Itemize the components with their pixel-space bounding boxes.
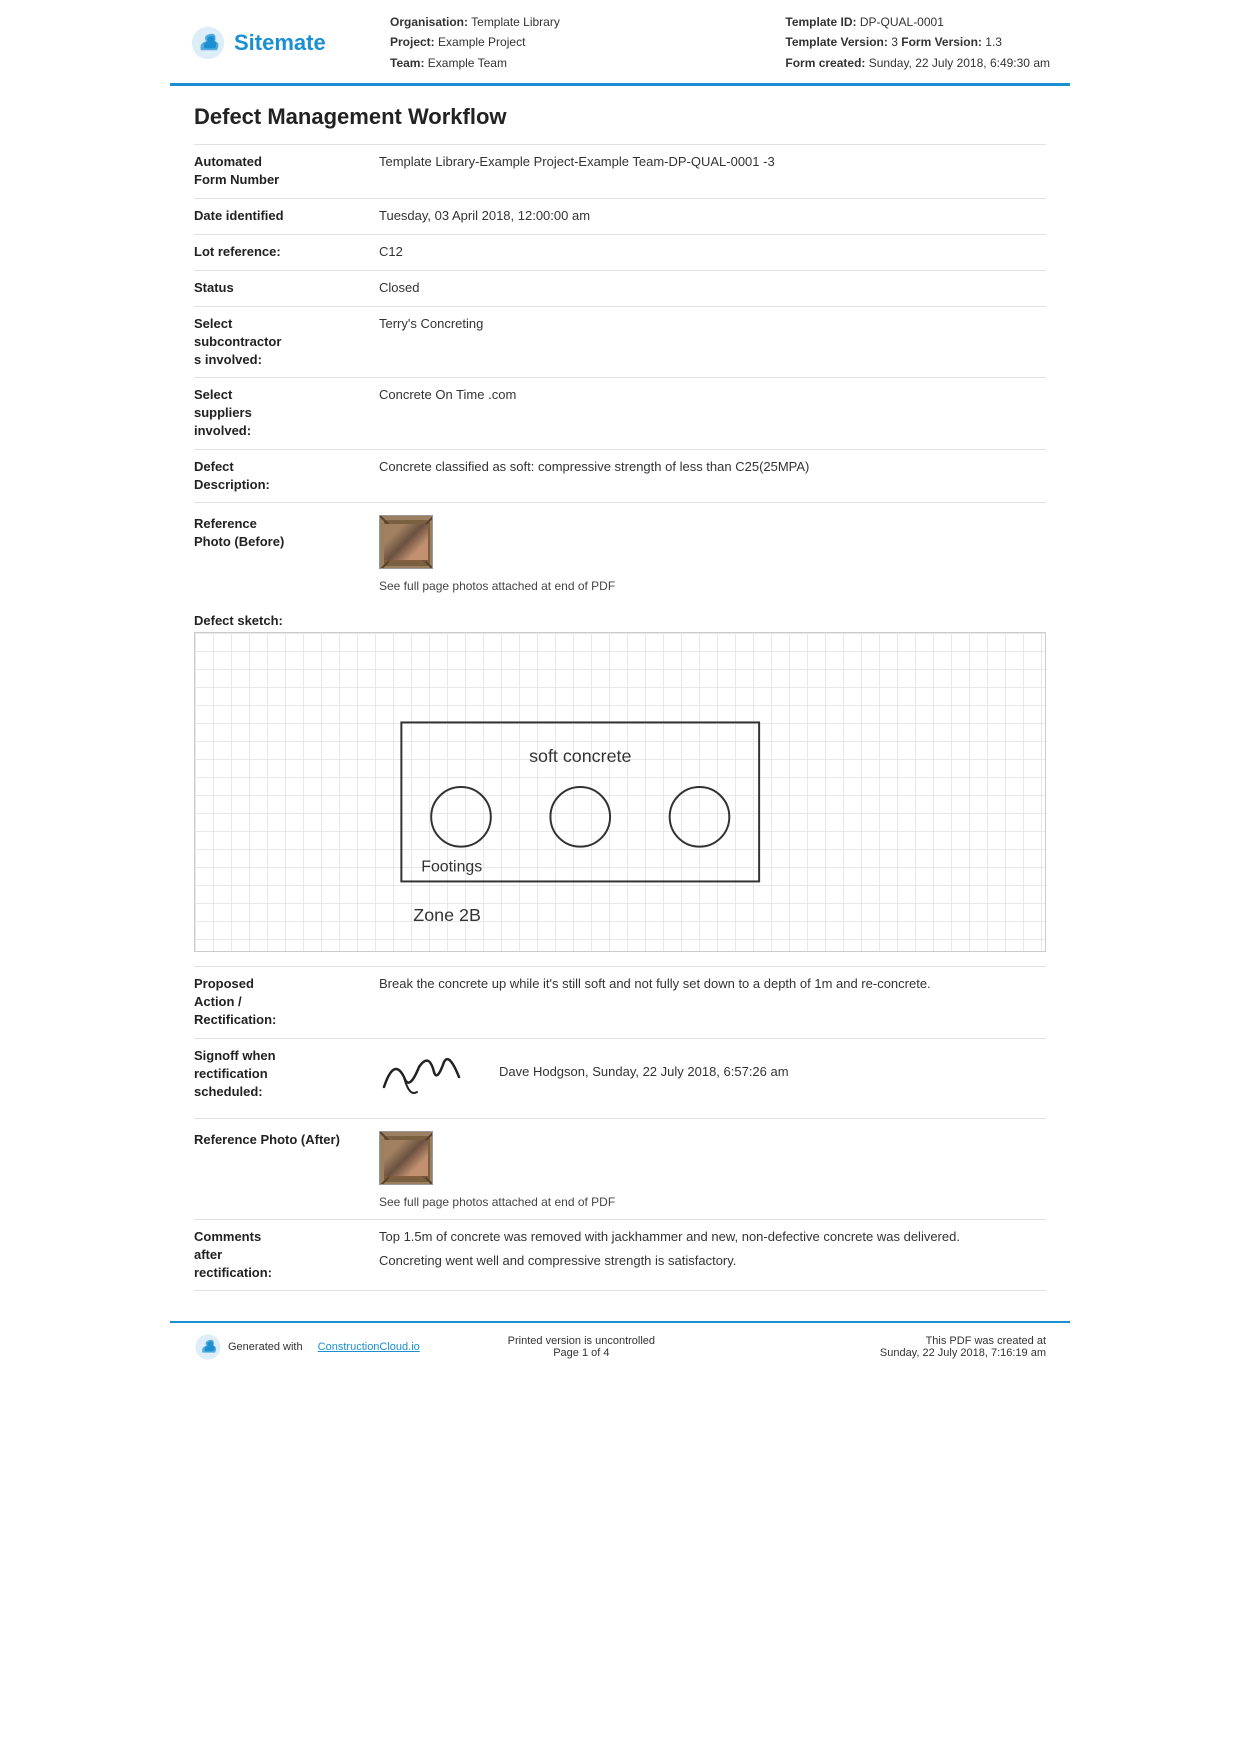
- project-label: Project:: [390, 35, 435, 49]
- team-label: Team:: [390, 56, 424, 70]
- field-value-ref-photo-after: See full page photos attached at end of …: [369, 1123, 1046, 1219]
- footer-logo-icon: [194, 1333, 222, 1361]
- field-value-defect: Concrete classified as soft: compressive…: [369, 450, 1046, 502]
- field-label-comments: Commentsafterrectification:: [194, 1220, 369, 1291]
- field-row-subcontractor: Selectsubcontractors involved: Terry's C…: [194, 306, 1046, 378]
- signature-area: Dave Hodgson, Sunday, 22 July 2018, 6:57…: [379, 1047, 1036, 1097]
- sketch-content: soft concrete Footings Zone 2B: [195, 633, 1045, 951]
- field-label-subcontractor: Selectsubcontractors involved:: [194, 307, 369, 378]
- field-row-signoff: Signoff whenrectificationscheduled: Dave…: [194, 1038, 1046, 1118]
- form-created-value: Sunday, 22 July 2018, 6:49:30 am: [869, 56, 1050, 70]
- comments-line-2: Concreting went well and compressive str…: [379, 1252, 1036, 1270]
- field-row-defect: DefectDescription: Concrete classified a…: [194, 449, 1046, 502]
- field-value-signoff: Dave Hodgson, Sunday, 22 July 2018, 6:57…: [369, 1039, 1046, 1105]
- field-label-defect: DefectDescription:: [194, 450, 369, 502]
- field-row-comments: Commentsafterrectification: Top 1.5m of …: [194, 1219, 1046, 1292]
- sketch-text-soft-concrete: soft concrete: [529, 746, 631, 766]
- header-right: Template ID: DP-QUAL-0001 Template Versi…: [785, 12, 1050, 73]
- field-row-proposed-action: ProposedAction /Rectification: Break the…: [194, 966, 1046, 1038]
- main-content: Defect Management Workflow AutomatedForm…: [170, 86, 1070, 1301]
- template-id-label: Template ID:: [785, 15, 856, 29]
- footer-pdf-created-date: Sunday, 22 July 2018, 7:16:19 am: [743, 1347, 1046, 1359]
- signoff-person: Dave Hodgson, Sunday, 22 July 2018, 6:57…: [499, 1063, 789, 1081]
- footer-link[interactable]: ConstructionCloud.io: [318, 1341, 420, 1353]
- team-value: Example Team: [428, 56, 507, 70]
- logo-area: Sitemate: [190, 12, 370, 73]
- field-label-proposed-action: ProposedAction /Rectification:: [194, 967, 369, 1038]
- field-value-status: Closed: [369, 271, 1046, 306]
- page: Sitemate Organisation: Template Library …: [170, 0, 1070, 1371]
- field-value-date: Tuesday, 03 April 2018, 12:00:00 am: [369, 199, 1046, 234]
- sketch-text-footings: Footings: [421, 859, 482, 876]
- field-label-ref-photo-after: Reference Photo (After): [194, 1123, 369, 1157]
- form-title: Defect Management Workflow: [194, 104, 1046, 130]
- photo-before-thumbnail: [379, 515, 433, 569]
- footer-generated-text: Generated with: [228, 1341, 303, 1353]
- field-value-subcontractor: Terry's Concreting: [369, 307, 1046, 378]
- field-label-suppliers: Selectsuppliersinvolved:: [194, 378, 369, 449]
- header: Sitemate Organisation: Template Library …: [170, 0, 1070, 86]
- field-value-proposed-action: Break the concrete up while it's still s…: [369, 967, 1046, 1001]
- template-version-label: Template Version:: [785, 35, 887, 49]
- photo-after-caption: See full page photos attached at end of …: [379, 1194, 1036, 1211]
- comments-line-1: Top 1.5m of concrete was removed with ja…: [379, 1228, 1036, 1246]
- sketch-text-zone: Zone 2B: [413, 905, 481, 925]
- field-value-lot: C12: [369, 235, 1046, 270]
- form-version-value: 1.3: [985, 35, 1002, 49]
- field-row-automated: AutomatedForm Number Template Library-Ex…: [194, 144, 1046, 197]
- field-value-ref-photo-before: See full page photos attached at end of …: [369, 507, 1046, 603]
- form-created-label: Form created:: [785, 56, 865, 70]
- header-meta: Organisation: Template Library Project: …: [390, 12, 765, 73]
- footer-logo-area: Generated with ConstructionCloud.io: [194, 1333, 420, 1361]
- field-value-comments: Top 1.5m of concrete was removed with ja…: [369, 1220, 1046, 1278]
- template-id-value: DP-QUAL-0001: [860, 15, 944, 29]
- field-value-automated: Template Library-Example Project-Example…: [369, 145, 1046, 197]
- footer-page: Page 1 of 4: [430, 1347, 733, 1359]
- sketch-circle-1: [431, 787, 491, 847]
- project-value: Example Project: [438, 35, 525, 49]
- form-version-label: Form Version:: [901, 35, 982, 49]
- photo-after-thumbnail: [379, 1131, 433, 1185]
- field-row-ref-photo-after: Reference Photo (After) See full page ph…: [194, 1118, 1046, 1219]
- field-row-date: Date identified Tuesday, 03 April 2018, …: [194, 198, 1046, 234]
- org-label: Organisation:: [390, 15, 468, 29]
- field-row-status: Status Closed: [194, 270, 1046, 306]
- field-label-signoff: Signoff whenrectificationscheduled:: [194, 1039, 369, 1110]
- logo-text: Sitemate: [234, 30, 326, 56]
- footer-right: This PDF was created at Sunday, 22 July …: [743, 1335, 1046, 1359]
- field-label-ref-photo-before: ReferencePhoto (Before): [194, 507, 369, 559]
- org-value: Template Library: [471, 15, 560, 29]
- field-row-suppliers: Selectsuppliersinvolved: Concrete On Tim…: [194, 377, 1046, 449]
- sketch-box: soft concrete Footings Zone 2B: [194, 632, 1046, 952]
- template-version-value: 3: [891, 35, 898, 49]
- field-value-suppliers: Concrete On Time .com: [369, 378, 1046, 449]
- field-label-date: Date identified: [194, 199, 369, 234]
- field-label-lot: Lot reference:: [194, 235, 369, 270]
- sketch-section-label: Defect sketch:: [194, 603, 1046, 632]
- photo-before-caption: See full page photos attached at end of …: [379, 578, 1036, 595]
- signature-image: [379, 1047, 469, 1097]
- field-row-ref-photo-before: ReferencePhoto (Before) See full page ph…: [194, 502, 1046, 603]
- sitemate-logo-icon: [190, 25, 226, 61]
- field-label-automated: AutomatedForm Number: [194, 145, 369, 197]
- footer-pdf-created-text: This PDF was created at: [743, 1335, 1046, 1347]
- sketch-circle-3: [670, 787, 730, 847]
- field-row-lot: Lot reference: C12: [194, 234, 1046, 270]
- footer: Generated with ConstructionCloud.io Prin…: [170, 1321, 1070, 1371]
- footer-center: Printed version is uncontrolled Page 1 o…: [430, 1335, 733, 1359]
- sketch-circle-2: [550, 787, 610, 847]
- footer-uncontrolled: Printed version is uncontrolled: [430, 1335, 733, 1347]
- field-label-status: Status: [194, 271, 369, 306]
- sketch-svg: soft concrete Footings Zone 2B: [195, 633, 1045, 951]
